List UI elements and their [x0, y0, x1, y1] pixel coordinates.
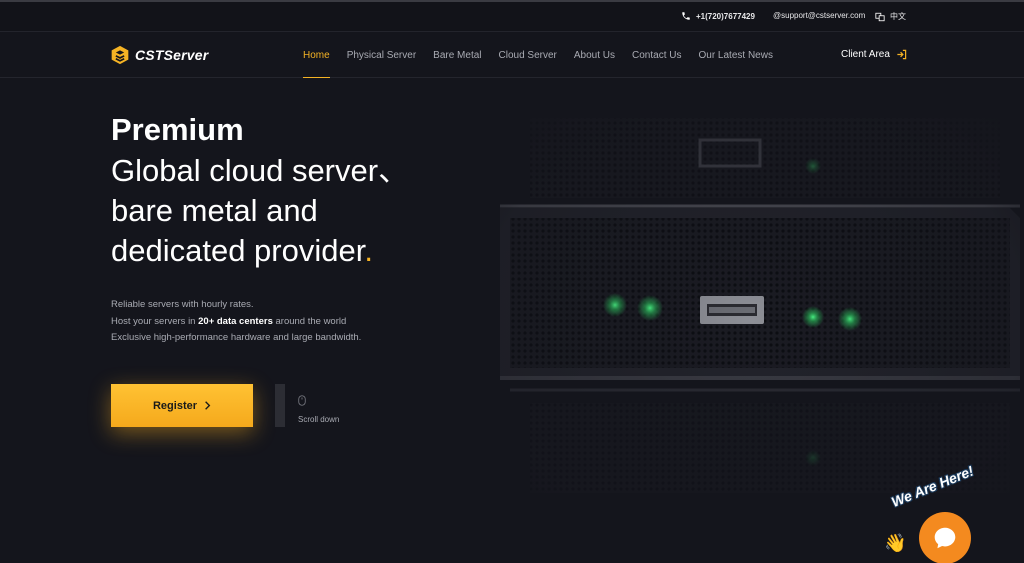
client-area-link[interactable]: Client Area: [841, 49, 907, 60]
email-address: @support@cstserver.com: [773, 11, 866, 20]
client-area-label: Client Area: [841, 49, 890, 60]
nav-item-contact-us[interactable]: Contact Us: [632, 33, 681, 78]
hero-line-3: dedicated provider.: [111, 231, 409, 271]
desc-line-1: Reliable servers with hourly rates.: [111, 299, 254, 310]
register-label: Register: [152, 399, 198, 412]
brand-logo[interactable]: CSTServer: [110, 45, 208, 65]
nav-item-about-us[interactable]: About Us: [574, 33, 615, 78]
language-label: 中文: [890, 12, 906, 21]
chat-bubble-icon: [934, 527, 956, 549]
waving-hand-icon: 👋: [884, 533, 907, 553]
logo-icon: [111, 45, 129, 65]
desc-line-2-post: around the world: [272, 315, 347, 327]
language-switcher[interactable]: 中文: [875, 11, 906, 22]
main-navigation: CSTServer Home Physical Server Bare Meta…: [0, 33, 1024, 78]
hero-description: Reliable servers with hourly rates. Host…: [111, 297, 361, 347]
desc-line-2: Host your servers in 20+ data centers ar…: [111, 314, 361, 331]
email-contact[interactable]: @support@cstserver.com: [773, 11, 865, 20]
scroll-indicator-bar: [275, 384, 285, 427]
login-arrow-icon: [897, 49, 907, 60]
nav-item-bare-metal[interactable]: Bare Metal: [433, 33, 481, 78]
hero-title: Premium: [111, 112, 244, 147]
hero-line-1: Global cloud server、: [111, 153, 410, 188]
live-chat-button[interactable]: [919, 512, 971, 563]
mouse-icon: [298, 395, 306, 406]
nav-item-latest-news[interactable]: Our Latest News: [698, 33, 772, 78]
desc-line-2-highlight: 20+ data centers: [198, 315, 273, 327]
phone-number: +1(720)7677429: [696, 11, 755, 21]
register-button[interactable]: Register: [111, 384, 253, 427]
chevron-right-icon: [205, 401, 211, 410]
phone-icon: [682, 12, 690, 20]
phone-contact[interactable]: +1(720)7677429: [681, 11, 755, 21]
desc-line-3: Exclusive high-performance hardware and …: [111, 332, 362, 343]
nav-menu: Home Physical Server Bare Metal Cloud Se…: [303, 33, 790, 78]
desc-line-2-pre: Host your servers in: [111, 315, 199, 327]
scroll-down-link[interactable]: Scroll down: [298, 393, 339, 424]
hero-headline: Global cloud server、 bare metal and dedi…: [111, 151, 409, 271]
scroll-down-label: Scroll down: [298, 415, 340, 424]
nav-item-cloud-server[interactable]: Cloud Server: [499, 33, 557, 78]
hero-line-3-text: dedicated provider: [111, 233, 365, 268]
nav-item-physical-server[interactable]: Physical Server: [347, 33, 416, 78]
hero-line-2: bare metal and: [111, 193, 318, 228]
brand-name: CSTServer: [135, 47, 209, 63]
nav-item-home[interactable]: Home: [303, 33, 330, 78]
top-contact-bar: +1(720)7677429 @support@cstserver.com 中文: [0, 2, 1024, 32]
translate-icon: [875, 12, 885, 21]
hero-accent-dot: .: [364, 233, 373, 268]
